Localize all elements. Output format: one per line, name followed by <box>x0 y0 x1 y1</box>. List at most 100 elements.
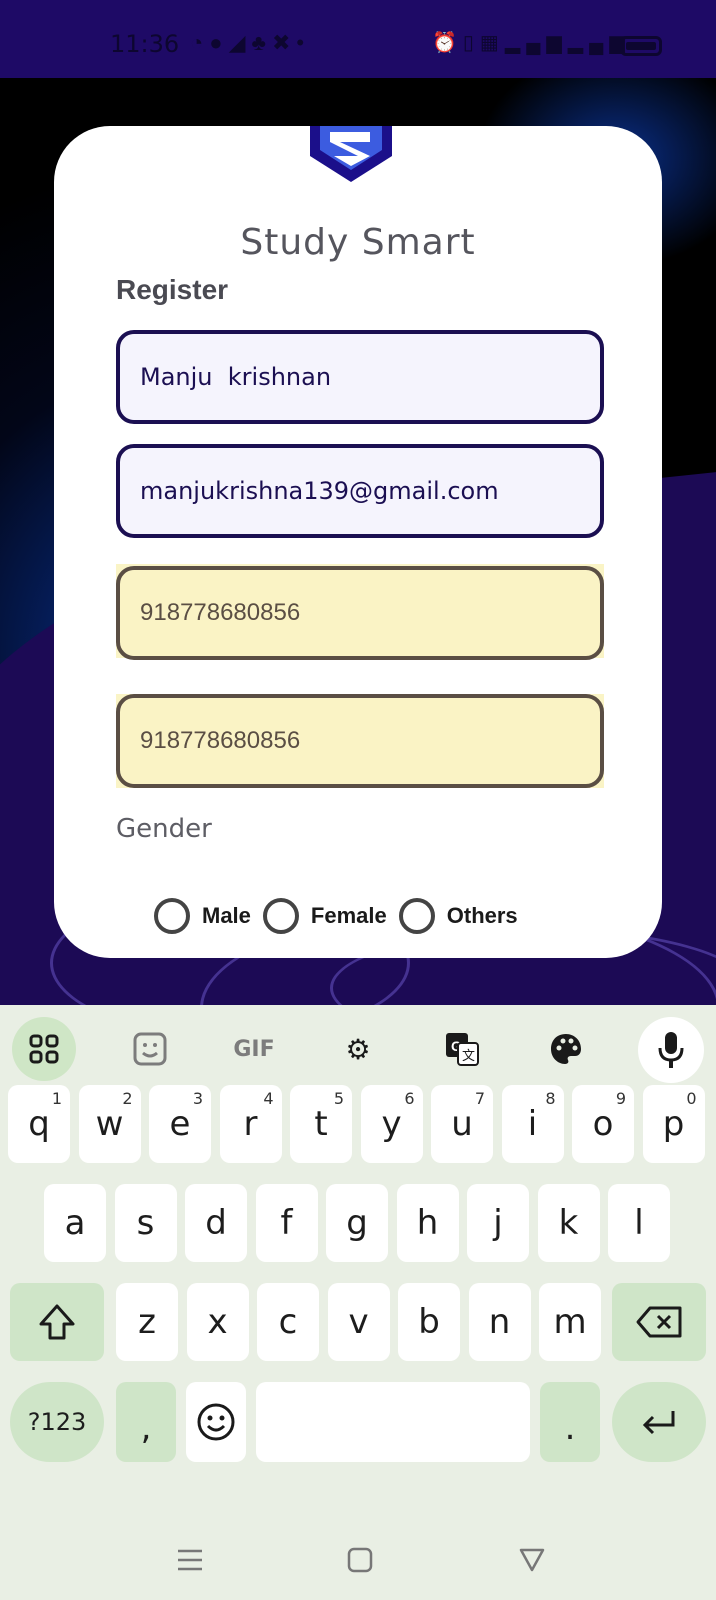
notification-icons: ◔●◢♣✖• <box>190 30 310 56</box>
shift-key[interactable] <box>10 1283 104 1361</box>
settings-icon[interactable]: ⚙ <box>326 1017 390 1081</box>
key-label: t <box>314 1104 328 1144</box>
space-key[interactable] <box>256 1382 530 1462</box>
key-i[interactable]: i8 <box>501 1085 564 1163</box>
key-label: r <box>243 1104 258 1144</box>
key-j[interactable]: j <box>467 1184 529 1262</box>
key-o[interactable]: o9 <box>572 1085 634 1163</box>
key-hint: 9 <box>615 1089 626 1108</box>
key-s[interactable]: s <box>114 1184 177 1262</box>
key-label: o <box>592 1104 614 1144</box>
phone-field[interactable] <box>116 566 604 660</box>
key-hint: 7 <box>474 1089 485 1108</box>
key-label: p <box>662 1104 685 1144</box>
key-x[interactable]: x <box>186 1283 249 1361</box>
palette-icon[interactable] <box>534 1017 598 1081</box>
key-k[interactable]: k <box>537 1184 600 1262</box>
phone-confirm-field[interactable] <box>116 694 604 788</box>
keyboard: GIF ⚙ G文 q1w2e3r4t5y6u7i8o9p0 asdfghjkl … <box>0 1005 716 1600</box>
key-w[interactable]: w2 <box>78 1085 141 1163</box>
app-icon: ✖ <box>271 30 297 55</box>
email-field[interactable] <box>116 444 604 538</box>
key-hint: 3 <box>192 1089 203 1108</box>
key-v[interactable]: v <box>327 1283 390 1361</box>
phone-confirm-input[interactable] <box>120 698 600 784</box>
key-c[interactable]: c <box>257 1283 319 1361</box>
key-hint: 2 <box>122 1089 133 1108</box>
backspace-key[interactable] <box>612 1283 706 1361</box>
key-d[interactable]: d <box>185 1184 247 1262</box>
key-label: e <box>169 1104 191 1144</box>
key-z[interactable]: z <box>116 1283 178 1361</box>
volte-icon: ▦ <box>479 32 505 54</box>
navigation-bar <box>0 1520 716 1600</box>
whatsapp-icon: ◔ <box>190 30 210 55</box>
email-input[interactable] <box>120 448 600 534</box>
study-smart-logo <box>310 126 392 182</box>
key-hint: 6 <box>404 1089 415 1108</box>
grid-icon[interactable] <box>12 1017 76 1081</box>
gender-option-others[interactable]: Others <box>398 898 518 934</box>
key-r[interactable]: r4 <box>219 1085 282 1163</box>
home-icon[interactable] <box>340 1540 380 1580</box>
app-title: Study Smart <box>240 222 476 263</box>
key-p[interactable]: p0 <box>642 1085 705 1163</box>
key-n[interactable]: n <box>468 1283 531 1361</box>
key-e[interactable]: e3 <box>149 1085 211 1163</box>
comma-key[interactable]: , <box>116 1382 176 1462</box>
sticker-icon[interactable] <box>118 1017 182 1081</box>
gender-option-label: Male <box>202 903 251 928</box>
key-q[interactable]: q1 <box>8 1085 70 1163</box>
back-icon[interactable] <box>512 1540 552 1580</box>
keyboard-toolbar: GIF ⚙ G文 <box>0 1005 716 1085</box>
status-bar: 11:36 ◔●◢♣✖• ⏰▯▦▂▄▆▂▄▆ <box>0 0 716 78</box>
gender-radio-group: Male Female Others <box>154 896 530 936</box>
mic-icon[interactable] <box>638 1017 704 1083</box>
key-label: w <box>95 1104 124 1144</box>
translate-icon[interactable]: G文 <box>430 1017 494 1081</box>
phone-input[interactable] <box>120 570 600 656</box>
key-y[interactable]: y6 <box>360 1085 423 1163</box>
gender-option-label: Others <box>446 903 518 928</box>
key-l[interactable]: l <box>608 1184 670 1262</box>
gender-option-female[interactable]: Female <box>262 898 387 934</box>
key-t[interactable]: t5 <box>290 1085 352 1163</box>
name-input[interactable] <box>120 334 600 420</box>
gif-button[interactable]: GIF <box>222 1017 286 1081</box>
key-g[interactable]: g <box>326 1184 388 1262</box>
key-hint: 4 <box>263 1089 274 1108</box>
alarm-icon: ⏰ <box>432 32 463 54</box>
battery-icon <box>620 36 662 56</box>
radio-circle-icon[interactable] <box>154 898 190 934</box>
telegram-icon: ◢ <box>228 30 252 55</box>
menu-icon[interactable] <box>170 1540 210 1580</box>
chat-icon: ● <box>209 30 229 55</box>
register-title: Register <box>116 274 229 305</box>
emoji-key[interactable] <box>186 1382 246 1462</box>
key-f[interactable]: f <box>255 1184 318 1262</box>
key-hint: 5 <box>333 1089 344 1108</box>
system-icons: ⏰▯▦▂▄▆▂▄▆ <box>432 30 631 55</box>
enter-key[interactable] <box>612 1382 706 1462</box>
key-h[interactable]: h <box>396 1184 459 1262</box>
radio-circle-icon[interactable] <box>262 898 299 934</box>
teams-icon: ♣ <box>251 30 272 55</box>
key-hint: 8 <box>545 1089 556 1108</box>
key-u[interactable]: u7 <box>431 1085 493 1163</box>
period-key[interactable]: . <box>540 1382 600 1462</box>
gender-option-male[interactable]: Male <box>154 898 251 934</box>
key-hint: 1 <box>51 1089 62 1108</box>
vibrate-icon: ▯ <box>462 32 480 54</box>
key-label: i <box>527 1104 538 1144</box>
key-b[interactable]: b <box>398 1283 460 1361</box>
gender-label: Gender <box>116 814 212 844</box>
gender-option-label: Female <box>310 903 387 928</box>
name-field[interactable] <box>116 330 604 424</box>
status-time: 11:36 <box>110 30 180 58</box>
key-m[interactable]: m <box>539 1283 601 1361</box>
radio-circle-icon[interactable] <box>398 898 435 934</box>
register-card: Study Smart Register Gender Male Female … <box>54 126 662 958</box>
key-label: q <box>28 1104 50 1144</box>
symbols-key[interactable]: ?123 <box>10 1382 104 1462</box>
key-a[interactable]: a <box>44 1184 106 1262</box>
